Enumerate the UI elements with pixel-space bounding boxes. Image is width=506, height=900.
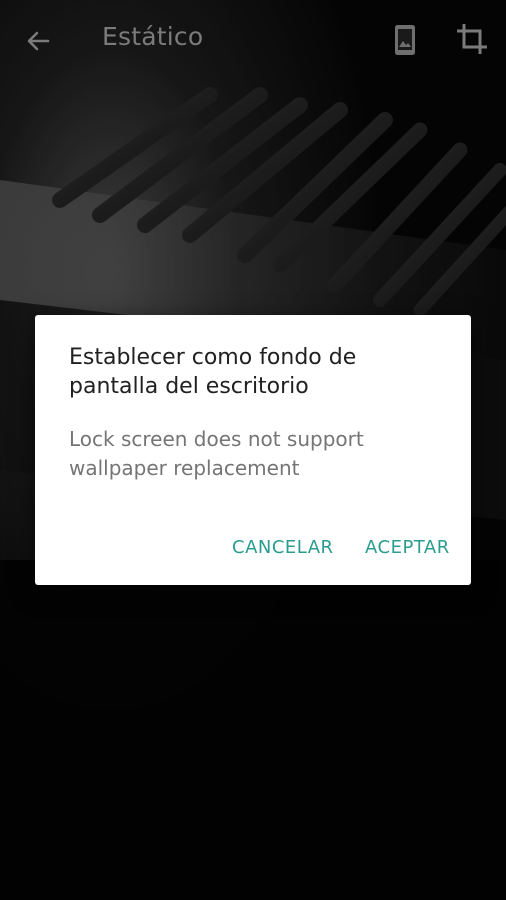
screen: Estático Establecer como fondo de pantal… [0,0,506,900]
dialog-title: Establecer como fondo de pantalla del es… [69,345,357,399]
page-title: Estático [102,22,204,51]
arrow-left-icon[interactable] [22,24,56,58]
accept-button[interactable]: ACEPTAR [365,537,450,558]
phone-wallpaper-icon[interactable] [390,22,420,58]
dialog-message: Lock screen does not support wallpaper r… [69,427,364,480]
cancel-button[interactable]: CANCELAR [232,537,334,558]
set-wallpaper-dialog: Establecer como fondo de pantalla del es… [35,315,471,585]
app-bar: Estático [0,0,506,80]
crop-icon[interactable] [455,22,489,56]
